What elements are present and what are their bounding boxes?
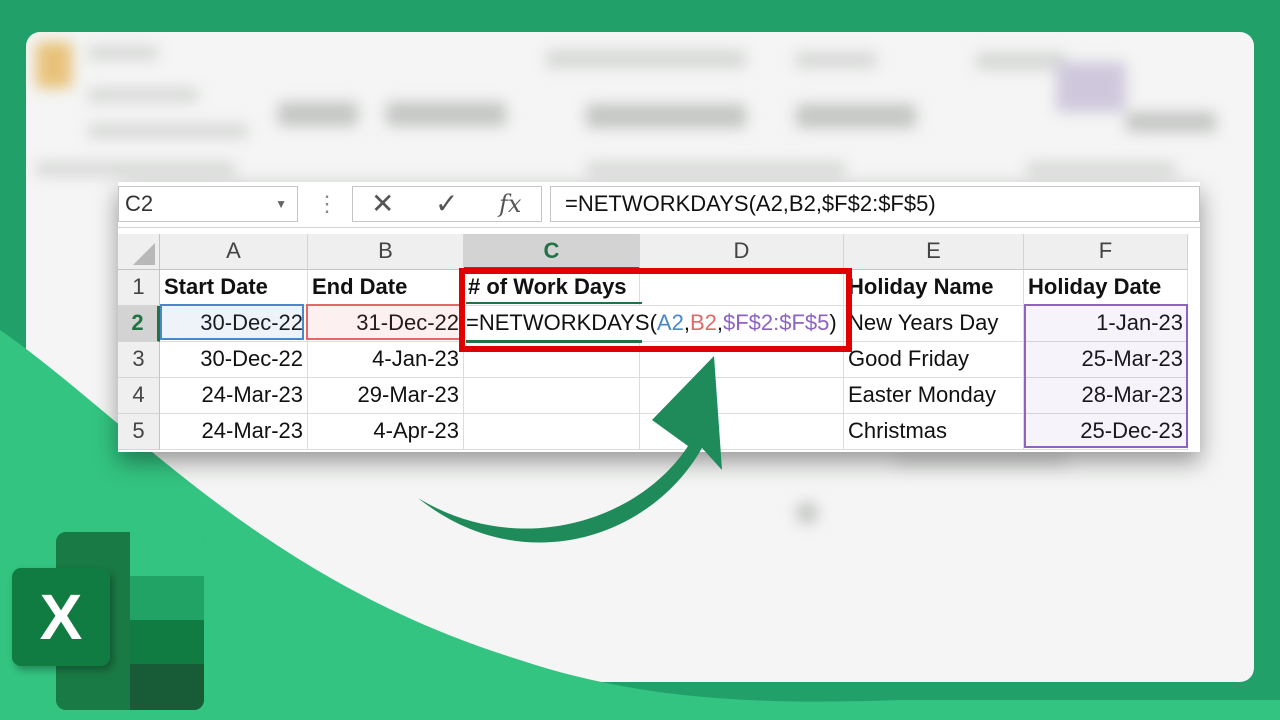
excel-logo-letter: X — [12, 568, 110, 666]
excel-logo-icon: X — [12, 532, 212, 712]
